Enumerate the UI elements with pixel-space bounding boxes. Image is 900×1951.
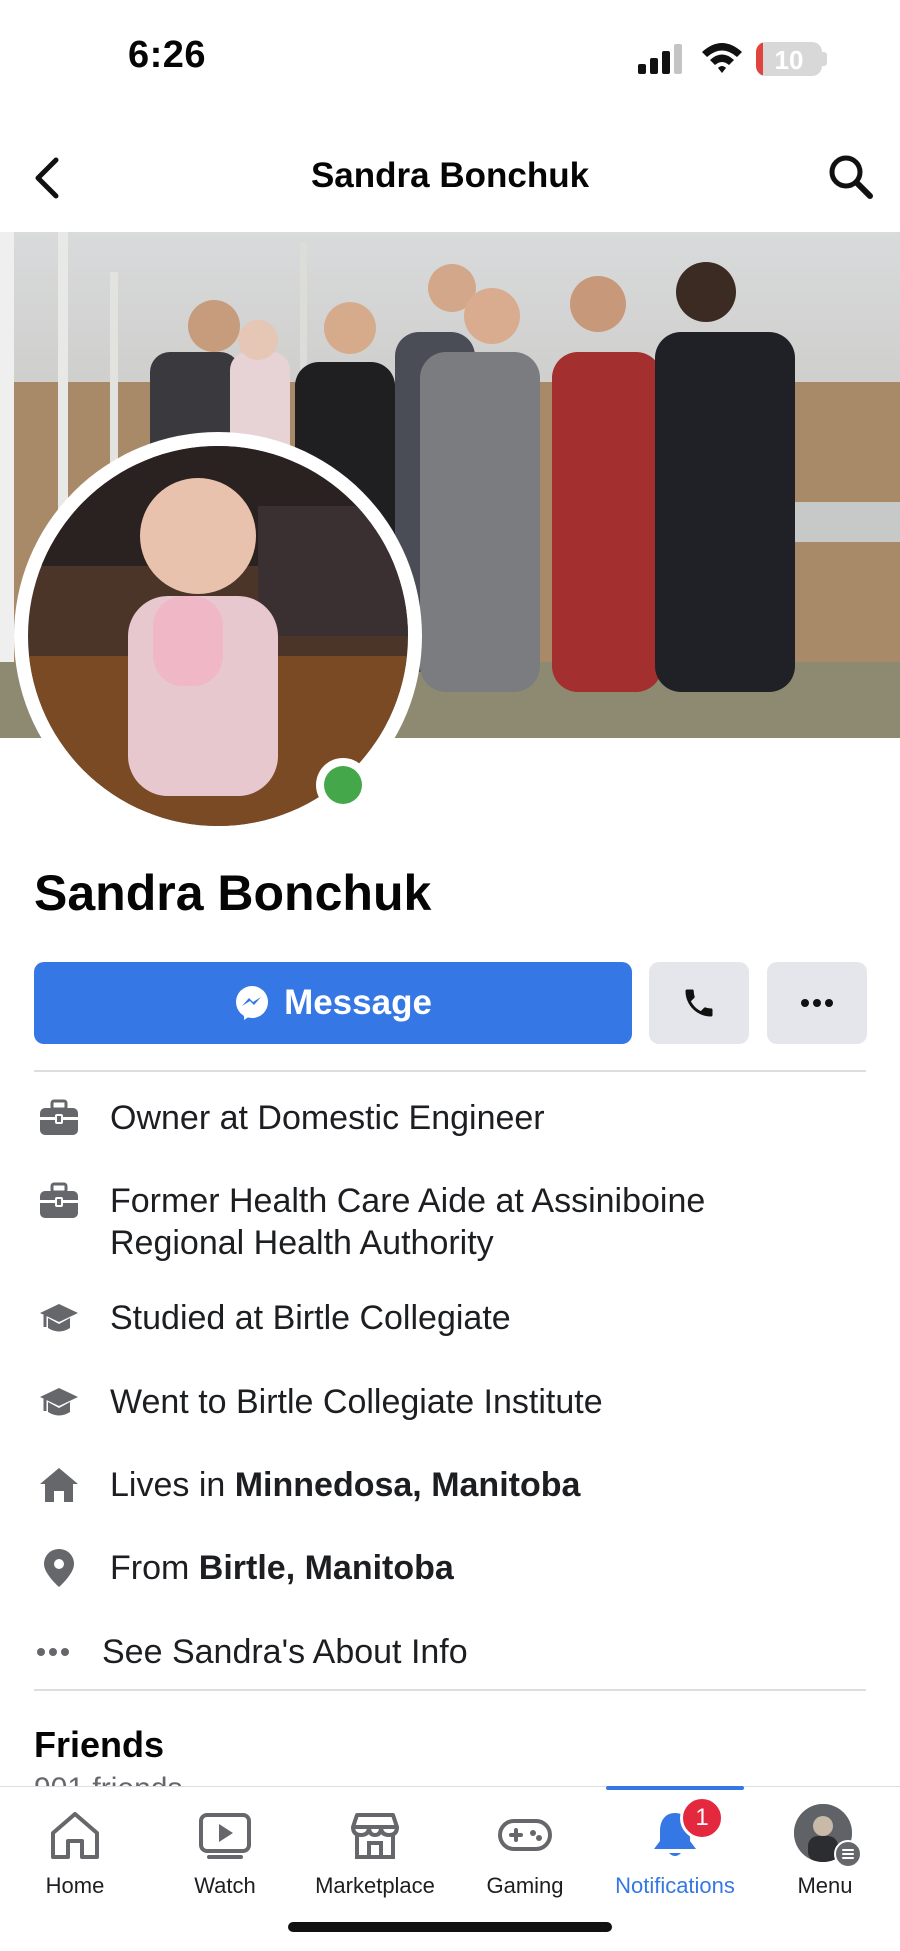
video-icon [199, 1813, 251, 1859]
info-text: See Sandra's About Info [102, 1633, 468, 1671]
info-text: Lives in Minnedosa, Manitoba [110, 1464, 874, 1506]
active-tab-indicator [606, 1786, 744, 1790]
battery-nub [822, 52, 827, 66]
tab-label: Watch [194, 1873, 256, 1898]
more-dots-icon [801, 999, 833, 1007]
location-pin-icon [44, 1549, 74, 1587]
friends-title: Friends [34, 1724, 165, 1765]
info-text: Studied at Birtle Collegiate [110, 1299, 511, 1337]
briefcase-icon [40, 1099, 78, 1135]
graduation-cap-icon [40, 1388, 78, 1416]
page-title: Sandra Bonchuk [310, 156, 590, 195]
message-button[interactable]: Message [34, 962, 632, 1044]
info-text: Former Health Care Aide at Assiniboine R… [110, 1180, 874, 1264]
info-prefix: From [110, 1549, 199, 1587]
info-text: Owner at Domestic Engineer [110, 1099, 545, 1137]
divider [34, 1689, 866, 1691]
profile-name: Sandra Bonchuk [34, 865, 432, 921]
call-button[interactable] [649, 962, 749, 1044]
phone-icon [685, 989, 713, 1017]
info-row-work: Owner at Domestic Engineer [34, 1097, 874, 1139]
info-location[interactable]: Birtle, Manitoba [199, 1549, 454, 1587]
marketplace-icon [351, 1813, 399, 1859]
tab-home[interactable]: Home [0, 1787, 150, 1917]
messenger-icon [236, 986, 269, 1020]
info-location[interactable]: Minnedosa, Manitoba [235, 1466, 581, 1504]
online-status-indicator [316, 758, 370, 812]
tab-label: Home [45, 1873, 105, 1898]
more-options-button[interactable] [767, 962, 867, 1044]
info-row-lives-in: Lives in Minnedosa, Manitoba [34, 1464, 874, 1506]
search-icon[interactable] [826, 152, 874, 200]
home-indicator [288, 1922, 612, 1932]
tab-marketplace[interactable]: Marketplace [300, 1787, 450, 1917]
info-text: Went to Birtle Collegiate Institute [110, 1383, 603, 1421]
info-text: From Birtle, Manitoba [110, 1547, 874, 1589]
notification-badge: 1 [680, 1796, 724, 1840]
home-icon [40, 1468, 78, 1502]
info-text-line2: Regional Health Authority [110, 1224, 494, 1262]
more-dots-icon [37, 1648, 69, 1656]
wifi-icon [702, 43, 742, 73]
tab-label: Notifications [615, 1873, 735, 1898]
tab-watch[interactable]: Watch [150, 1787, 300, 1917]
info-row-school: Went to Birtle Collegiate Institute [34, 1381, 874, 1423]
see-about-info-link[interactable]: See Sandra's About Info [34, 1631, 874, 1673]
message-button-label: Message [284, 983, 432, 1022]
back-chevron-icon[interactable] [30, 156, 66, 200]
briefcase-icon [40, 1182, 78, 1218]
graduation-cap-icon [40, 1304, 78, 1332]
status-time: 6:26 [128, 34, 207, 76]
info-prefix: Lives in [110, 1466, 235, 1504]
info-text-line1: Former Health Care Aide at Assiniboine [110, 1182, 706, 1220]
menu-hamburger-icon [834, 1840, 862, 1868]
tab-label: Marketplace [315, 1873, 435, 1898]
info-row-education: Studied at Birtle Collegiate [34, 1297, 874, 1339]
battery-indicator: 10 [756, 42, 822, 76]
info-row-from: From Birtle, Manitoba [34, 1547, 874, 1589]
tab-label: Menu [797, 1873, 853, 1898]
gamepad-icon [498, 1819, 552, 1851]
tab-notifications[interactable]: Notifications [600, 1787, 750, 1917]
tab-gaming[interactable]: Gaming [450, 1787, 600, 1917]
divider [34, 1070, 866, 1072]
tab-label: Gaming [486, 1873, 564, 1898]
home-icon [51, 1812, 99, 1859]
info-row-former-work: Former Health Care Aide at Assiniboine R… [34, 1180, 874, 1264]
battery-percent: 10 [774, 45, 804, 75]
cell-signal-icon [638, 44, 682, 74]
